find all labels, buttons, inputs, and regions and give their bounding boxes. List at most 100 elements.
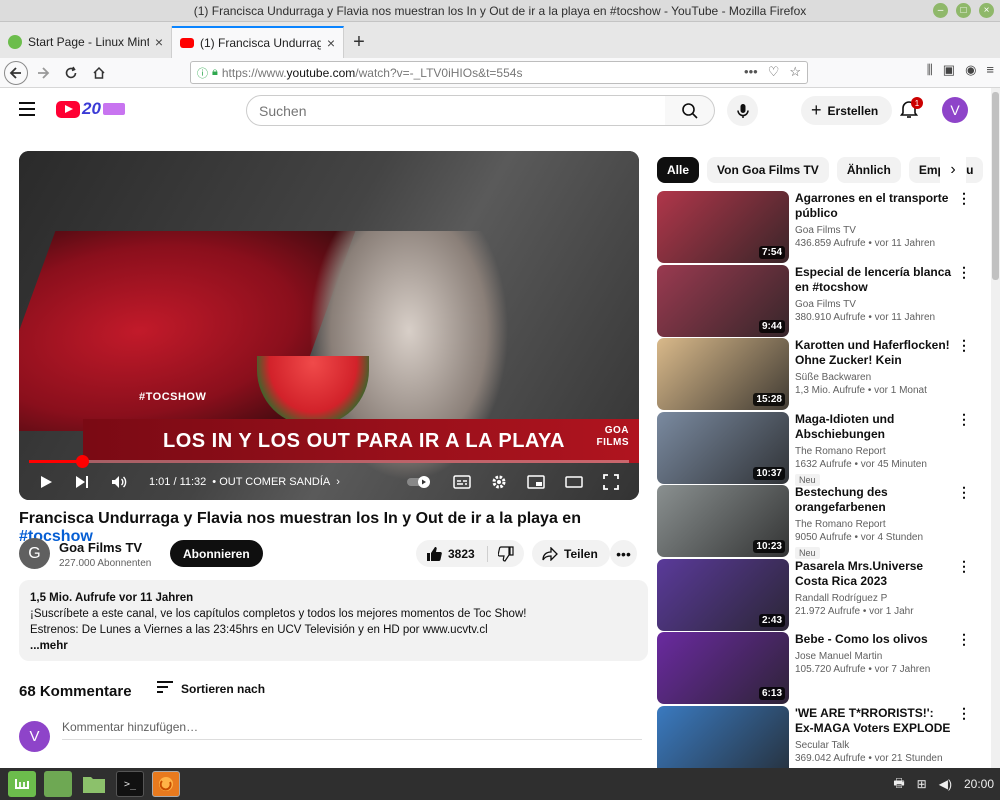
recommended-video[interactable]: 2:43 Pasarela Mrs.Universe Costa Rica 202… xyxy=(657,559,987,631)
file-manager-button[interactable] xyxy=(80,771,108,797)
channel-name[interactable]: The Romano Report xyxy=(795,446,955,457)
channel-name[interactable]: The Romano Report xyxy=(795,519,955,530)
tab-youtube[interactable]: (1) Francisca Undurraga y Fl × xyxy=(172,26,344,58)
more-vert-icon[interactable]: ⋮ xyxy=(957,338,971,352)
video-thumbnail[interactable]: 10:23 xyxy=(657,485,789,557)
tab-start-page[interactable]: Start Page - Linux Mint × xyxy=(0,26,172,58)
channel-name[interactable]: Goa Films TV xyxy=(795,225,955,236)
subtitles-icon[interactable] xyxy=(453,475,471,489)
scrubber-handle[interactable] xyxy=(75,455,89,468)
menu-icon[interactable]: ≡ xyxy=(986,62,994,78)
sidebar-icon[interactable]: ▣ xyxy=(943,62,955,78)
video-title[interactable]: Pasarela Mrs.Universe Costa Rica 2023 xyxy=(795,559,955,589)
channel-avatar[interactable]: G xyxy=(19,538,50,569)
home-button[interactable] xyxy=(86,60,112,86)
dislike-button[interactable] xyxy=(488,545,524,562)
video-title[interactable]: Maga-Idioten und Abschiebungen xyxy=(795,412,955,442)
comment-input[interactable]: Kommentar hinzufügen… xyxy=(62,720,642,740)
recommended-video[interactable]: 9:44 Especial de lencería blanca en #tocs… xyxy=(657,265,987,337)
more-vert-icon[interactable]: ⋮ xyxy=(957,559,971,573)
description-box[interactable]: 1,5 Mio. Aufrufe vor 11 Jahren ¡Suscríbe… xyxy=(19,580,648,661)
video-title[interactable]: Bestechung des orangefarbenen Verbrecher… xyxy=(795,485,955,515)
subscribe-button[interactable]: Abonnieren xyxy=(170,540,263,567)
video-thumbnail[interactable]: 7:54 xyxy=(657,191,789,263)
sort-comments-button[interactable]: Sortieren nach xyxy=(157,681,265,696)
search-input[interactable]: Suchen xyxy=(246,95,666,126)
video-title[interactable]: Agarrones en el transporte público xyxy=(795,191,955,221)
chip-all[interactable]: Alle xyxy=(657,157,700,183)
recommended-video[interactable]: 10:37 Maga-Idioten und Abschiebungen The R… xyxy=(657,412,987,486)
video-title[interactable]: Bebe - Como los olivos xyxy=(795,632,955,647)
close-tab-icon[interactable]: × xyxy=(327,35,335,51)
page-actions-icon[interactable]: ••• xyxy=(744,64,758,80)
back-button[interactable] xyxy=(4,60,28,85)
mint-menu-button[interactable] xyxy=(8,771,36,797)
more-vert-icon[interactable]: ⋮ xyxy=(957,191,971,205)
bookmark-star-icon[interactable]: ☆ xyxy=(789,64,801,80)
fullscreen-icon[interactable] xyxy=(603,474,619,490)
create-button[interactable]: + Erstellen xyxy=(801,96,893,125)
chip-related[interactable]: Ähnlich xyxy=(836,157,901,183)
minimize-button[interactable]: – xyxy=(933,3,948,18)
search-button[interactable] xyxy=(665,95,715,126)
channel-name[interactable]: Randall Rodríguez P xyxy=(795,593,955,604)
channel-name[interactable]: Süße Backwaren xyxy=(795,372,955,383)
video-player[interactable]: #TOCSHOW LOS IN Y LOS OUT PARA IR A LA P… xyxy=(19,151,639,500)
progress-bar[interactable] xyxy=(29,455,629,468)
video-thumbnail[interactable]: 15:28 xyxy=(657,338,789,410)
url-bar[interactable]: ⓘ 🔒︎ https://www.youtube.com/watch?v=-_L… xyxy=(190,61,808,84)
recommended-video[interactable]: 10:23 Bestechung des orangefarbenen Verbr… xyxy=(657,485,987,559)
clock[interactable]: 20:00 xyxy=(964,777,994,791)
video-title[interactable]: Karotten und Haferflocken! Ohne Zucker! … xyxy=(795,338,955,368)
more-vert-icon[interactable]: ⋮ xyxy=(957,485,971,499)
recommended-video[interactable]: 7:54 Agarrones en el transporte público Go… xyxy=(657,191,987,263)
video-thumbnail[interactable]: 6:13 xyxy=(657,632,789,704)
more-actions-button[interactable]: ••• xyxy=(610,540,637,567)
next-button[interactable] xyxy=(75,475,89,489)
recommended-video[interactable]: 6:13 Bebe - Como los olivos Jose Manuel Ma… xyxy=(657,632,987,704)
forward-button[interactable] xyxy=(30,60,56,86)
printer-icon[interactable]: 🖶︎ xyxy=(893,774,904,795)
miniplayer-icon[interactable] xyxy=(527,475,545,489)
video-thumbnail[interactable]: 9:44 xyxy=(657,265,789,337)
account-avatar[interactable]: V xyxy=(942,97,968,123)
chips-next-button[interactable]: › xyxy=(940,157,966,183)
channel-name[interactable]: Jose Manuel Martin xyxy=(795,651,955,662)
pocket-icon[interactable]: ♡ xyxy=(768,64,780,80)
chip-from-channel[interactable]: Von Goa Films TV xyxy=(707,157,829,183)
volume-button[interactable] xyxy=(111,475,127,489)
notifications-button[interactable]: 1 xyxy=(899,97,923,121)
more-vert-icon[interactable]: ⋮ xyxy=(957,706,971,720)
show-more-link[interactable]: ...mehr xyxy=(30,638,637,654)
settings-gear-icon[interactable] xyxy=(491,474,507,490)
more-vert-icon[interactable]: ⋮ xyxy=(957,265,971,279)
chapter-title[interactable]: • OUT COMER SANDÍA › xyxy=(212,476,340,488)
channel-name[interactable]: Goa Films TV xyxy=(59,540,142,555)
account-icon[interactable]: ◉ xyxy=(965,62,976,78)
show-desktop-button[interactable] xyxy=(44,771,72,797)
video-title[interactable]: Especial de lencería blanca en #tocshow xyxy=(795,265,955,295)
close-tab-icon[interactable]: × xyxy=(155,34,163,50)
share-button[interactable]: Teilen xyxy=(532,540,610,567)
more-vert-icon[interactable]: ⋮ xyxy=(957,412,971,426)
like-button[interactable]: 3823 xyxy=(416,545,488,562)
more-vert-icon[interactable]: ⋮ xyxy=(957,632,971,646)
video-thumbnail[interactable]: 10:37 xyxy=(657,412,789,484)
terminal-button[interactable]: >_ xyxy=(116,771,144,797)
autoplay-toggle-icon[interactable] xyxy=(407,476,433,488)
theater-mode-icon[interactable] xyxy=(565,475,583,489)
new-tab-button[interactable]: + xyxy=(344,26,374,58)
recommended-video[interactable]: 15:28 Karotten und Haferflocken! Ohne Zuc… xyxy=(657,338,987,410)
channel-name[interactable]: Secular Talk xyxy=(795,740,955,751)
guide-menu-icon[interactable] xyxy=(19,102,35,116)
firefox-taskbar-button[interactable] xyxy=(152,771,180,797)
maximize-button[interactable]: □ xyxy=(956,3,971,18)
page-scrollbar-thumb[interactable] xyxy=(992,92,999,280)
play-button[interactable] xyxy=(39,475,53,489)
video-title[interactable]: 'WE ARE T*RRORISTS!': Ex-MAGA Voters EXP… xyxy=(795,706,955,736)
library-icon[interactable]: ⫼ xyxy=(927,62,933,78)
network-icon[interactable]: ⊞ xyxy=(917,777,927,791)
reload-button[interactable] xyxy=(58,60,84,86)
video-thumbnail[interactable]: 2:43 xyxy=(657,559,789,631)
info-icon[interactable]: ⓘ xyxy=(197,65,208,81)
